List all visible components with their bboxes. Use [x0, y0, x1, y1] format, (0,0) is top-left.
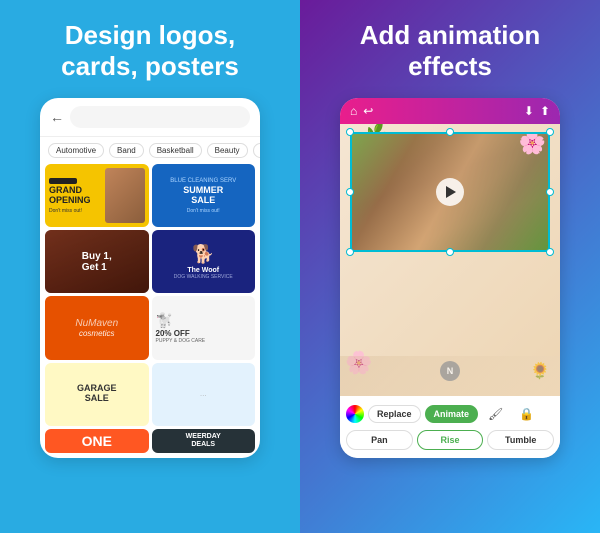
template-garage-sale[interactable]: GARAGESALE	[45, 363, 149, 426]
chip-band[interactable]: Band	[109, 143, 144, 158]
woof-subtitle: DOG WALKING SERVICE	[174, 274, 233, 280]
download-icon[interactable]: ⬇	[524, 104, 534, 118]
numaven-title: NuMaven	[75, 318, 118, 329]
left-panel: Design logos,cards, posters ← Automotive…	[0, 0, 300, 533]
animation-row: Pan Rise Tumble	[346, 430, 554, 450]
home-icon[interactable]: ⌂	[350, 104, 357, 118]
template-20off[interactable]: 🐩 20% OFF PUPPY & DOG CARE	[152, 296, 256, 359]
template-one[interactable]: ONE	[45, 429, 149, 454]
summer-sub: Don't miss out!	[170, 208, 236, 214]
search-bar	[70, 106, 250, 128]
right-title: Add animationeffects	[360, 20, 541, 82]
animate-button[interactable]: Animate	[425, 405, 479, 423]
template-grand-opening[interactable]: GRANDOPENING Don't miss out!	[45, 164, 149, 227]
phone-nav-icons: ⌂ ↩	[350, 104, 373, 118]
pan-button[interactable]: Pan	[346, 430, 413, 450]
color-wheel[interactable]	[346, 405, 364, 423]
undo-icon[interactable]: ↩	[363, 104, 373, 118]
lock-icon[interactable]: 🔒	[513, 404, 540, 424]
template-buy-one[interactable]: Buy 1,Get 1	[45, 230, 149, 293]
weerday-text: WEERDAYDEALS	[186, 433, 221, 450]
category-chips: Automotive Band Basketball Beauty Cafe	[40, 137, 260, 164]
grand-opening-text: GRANDOPENING	[49, 186, 102, 206]
play-button[interactable]	[436, 178, 464, 206]
dog-icon: 🐩	[156, 312, 206, 329]
food-photo[interactable]: 🌸	[350, 132, 550, 252]
off-sub: PUPPY & DOG CARE	[156, 338, 206, 344]
buy-one-text: Buy 1,Get 1	[78, 247, 116, 277]
share-icon[interactable]: ⬆	[540, 104, 550, 118]
template-summer-sale[interactable]: BLUE CLEANING SERV SUMMERSALE Don't miss…	[152, 164, 256, 227]
off-title: 20% OFF	[156, 329, 206, 338]
template-grid: GRANDOPENING Don't miss out! BLUE CLEANI…	[40, 164, 260, 458]
garage-sale-text: GARAGESALE	[77, 384, 117, 404]
flower-icon-top: 🌸	[519, 132, 546, 156]
grand-sub: Don't miss out!	[49, 208, 102, 214]
phone-top-right-bar: ⌂ ↩ ⬇ ⬆	[340, 98, 560, 124]
summer-sale-text: SUMMERSALE	[170, 185, 236, 207]
canvas-area: 🌿 🌸	[340, 124, 560, 396]
right-phone-mockup: ⌂ ↩ ⬇ ⬆ 🌿	[340, 98, 560, 458]
right-panel: Add animationeffects ⌂ ↩ ⬇ ⬆ 🌿	[300, 0, 600, 533]
chip-beauty[interactable]: Beauty	[207, 143, 248, 158]
template-numaven[interactable]: NuMaven cosmetics	[45, 296, 149, 359]
chip-cafe[interactable]: Cafe	[253, 143, 260, 158]
replace-button[interactable]: Replace	[368, 405, 421, 423]
template-partial-8[interactable]: …	[152, 363, 256, 426]
chip-automotive[interactable]: Automotive	[48, 143, 104, 158]
template-weerday[interactable]: WEERDAYDEALS	[152, 429, 256, 454]
numaven-sub: cosmetics	[75, 329, 118, 338]
back-arrow-icon[interactable]: ←	[50, 109, 64, 125]
rise-button[interactable]: Rise	[417, 430, 484, 450]
template-the-woof[interactable]: 🐕 The Woof DOG WALKING SERVICE	[152, 230, 256, 293]
woof-title: The Woof	[174, 267, 233, 274]
left-phone-mockup: ← Automotive Band Basketball Beauty Cafe…	[40, 98, 260, 458]
chip-basketball[interactable]: Basketball	[149, 143, 202, 158]
tool-row: Replace Animate 🖌 🔒	[346, 404, 554, 424]
bottom-toolbar: Replace Animate 🖌 🔒 Pan Rise Tumble	[340, 396, 560, 458]
left-title: Design logos,cards, posters	[61, 20, 239, 82]
tumble-button[interactable]: Tumble	[487, 430, 554, 450]
one-text: ONE	[82, 433, 112, 449]
phone-top-bar: ←	[40, 98, 260, 137]
partial-text: …	[200, 391, 207, 398]
summer-pre: BLUE CLEANING SERV	[170, 178, 236, 184]
paint-icon[interactable]: 🖌	[482, 404, 509, 424]
phone-action-icons: ⬇ ⬆	[524, 104, 550, 118]
woof-dog-icon: 🐕	[174, 244, 233, 265]
